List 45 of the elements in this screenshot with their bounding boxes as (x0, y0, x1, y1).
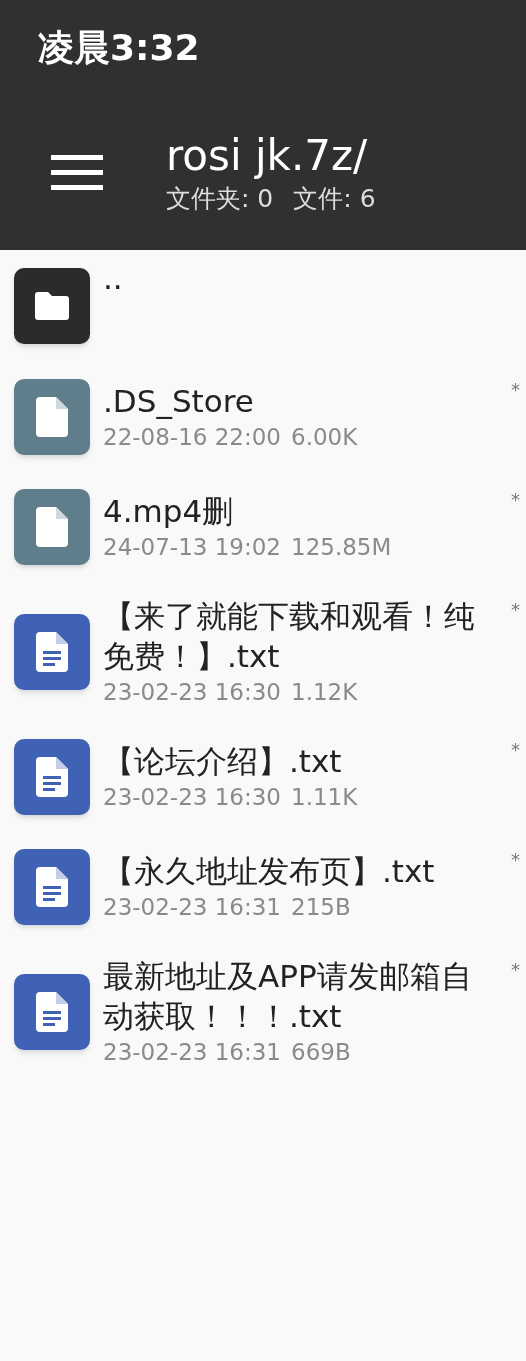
text-document-icon (36, 632, 68, 672)
file-size: 125.85M (291, 533, 392, 562)
file-date: 23-02-23 16:31 (103, 1038, 281, 1067)
file-size: 1.12K (291, 678, 358, 707)
file-mark: * (511, 488, 520, 512)
file-name: .. (103, 259, 124, 298)
file-row[interactable]: .. (0, 250, 526, 362)
file-row[interactable]: 最新地址及APP请发邮箱自动获取！！！.txt 23-02-23 16:31 669B * (0, 942, 526, 1082)
folder-count: 文件夹: 0 (166, 182, 274, 215)
file-date: 24-07-13 19:02 (103, 533, 281, 562)
file-row[interactable]: 【论坛介绍】.txt 23-02-23 16:30 1.11K * (0, 722, 526, 832)
text-document-icon (36, 992, 68, 1032)
file-mark: * (511, 848, 520, 872)
text-document-icon (36, 867, 68, 907)
file-date: 22-08-16 22:00 (103, 423, 281, 452)
document-icon (36, 507, 68, 547)
file-name: 4.mp4删 (103, 492, 235, 531)
file-size: 215B (291, 893, 351, 922)
text-document-icon (36, 757, 68, 797)
file-mark: * (511, 378, 520, 402)
file-name: 最新地址及APP请发邮箱自动获取！！！.txt (103, 957, 473, 1036)
file-date: 23-02-23 16:30 (103, 678, 281, 707)
file-row[interactable]: 4.mp4删 24-07-13 19:02 125.85M * (0, 472, 526, 582)
file-mark: * (511, 598, 520, 622)
document-icon (36, 397, 68, 437)
folder-icon (33, 291, 71, 321)
file-name: 【永久地址发布页】.txt (103, 852, 436, 891)
file-size: 6.00K (291, 423, 358, 452)
file-name: .DS_Store (103, 382, 255, 421)
file-count: 文件: 6 (293, 182, 376, 215)
menu-icon (51, 154, 103, 191)
file-mark: * (511, 738, 520, 762)
file-date: 23-02-23 16:31 (103, 893, 281, 922)
file-date: 23-02-23 16:30 (103, 783, 281, 812)
status-time: 凌晨3:32 (38, 25, 200, 70)
file-row[interactable]: 【来了就能下载和观看！纯免费！】.txt 23-02-23 16:30 1.12K * (0, 582, 526, 722)
file-row[interactable]: .DS_Store 22-08-16 22:00 6.00K * (0, 362, 526, 472)
file-size: 669B (291, 1038, 351, 1067)
folder-title: rosi jk.7z/ (166, 129, 369, 182)
file-name: 【来了就能下载和观看！纯免费！】.txt (103, 597, 476, 676)
file-mark: * (511, 958, 520, 982)
file-row[interactable]: 【永久地址发布页】.txt 23-02-23 16:31 215B * (0, 832, 526, 942)
file-size: 1.11K (291, 783, 358, 812)
menu-button[interactable] (50, 152, 104, 193)
file-name: 【论坛介绍】.txt (103, 742, 343, 781)
